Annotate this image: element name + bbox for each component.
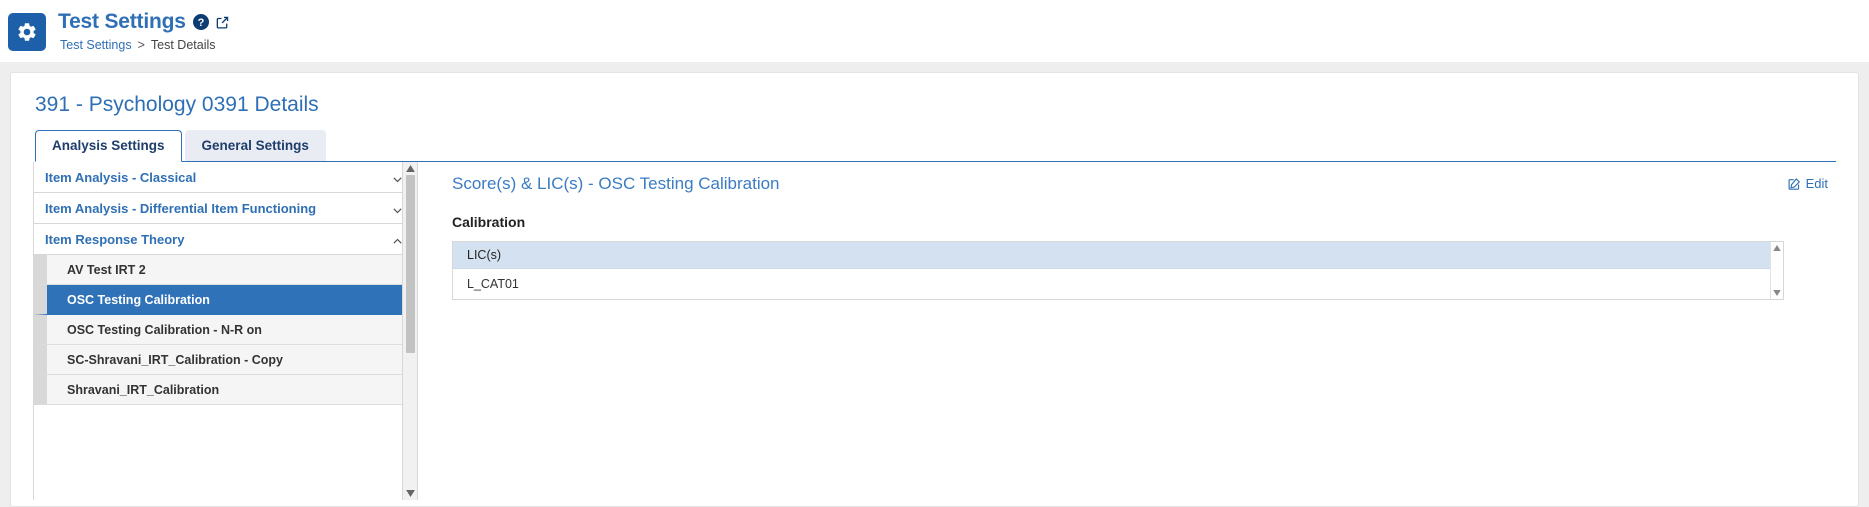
app-title: Test Settings: [58, 10, 186, 33]
lics-table: LIC(s) L_CAT01: [452, 241, 1784, 300]
external-link-icon[interactable]: [215, 15, 230, 30]
question-circle-icon[interactable]: ?: [192, 14, 209, 30]
table-header-row: LIC(s): [453, 242, 1783, 269]
header-text-block: Test Settings ? Test Settings > Test Det…: [58, 8, 230, 52]
accordion-item-response-theory[interactable]: Item Response Theory: [34, 224, 417, 255]
accordion-label: Item Response Theory: [45, 231, 185, 247]
accordion-item-analysis-dif[interactable]: Item Analysis - Differential Item Functi…: [34, 193, 417, 224]
panes: Item Analysis - Classical Item Analysis …: [33, 162, 1836, 500]
content-card: 391 - Psychology 0391 Details Analysis S…: [10, 72, 1859, 507]
breadcrumb: Test Settings > Test Details: [58, 38, 230, 52]
tab-bar: Analysis Settings General Settings: [35, 130, 1836, 162]
irt-item-list: AV Test IRT 2 OSC Testing Calibration OS…: [34, 255, 417, 405]
list-item[interactable]: SC-Shravani_IRT_Calibration - Copy: [34, 345, 417, 375]
app-header: Test Settings ? Test Settings > Test Det…: [0, 0, 1869, 62]
detail-pane: Score(s) & LIC(s) - OSC Testing Calibrat…: [418, 162, 1836, 500]
sidebar-scrollbar[interactable]: [402, 162, 417, 500]
accordion-label: Item Analysis - Classical: [45, 169, 197, 185]
svg-text:?: ?: [197, 17, 204, 29]
gear-icon[interactable]: [8, 13, 46, 51]
table-scroll-up-arrow-icon[interactable]: [1771, 242, 1783, 254]
header-title-row: Test Settings ?: [58, 10, 230, 34]
list-item[interactable]: Shravani_IRT_Calibration: [34, 375, 417, 405]
cell-lic-value: L_CAT01: [467, 277, 519, 291]
list-item[interactable]: OSC Testing Calibration - N-R on: [34, 315, 417, 345]
scroll-up-arrow-icon[interactable]: [403, 162, 417, 175]
accordion-label: Item Analysis - Differential Item Functi…: [45, 200, 317, 216]
calibration-label: Calibration: [452, 214, 526, 230]
accordion-list: Item Analysis - Classical Item Analysis …: [34, 162, 417, 405]
tab-analysis-settings[interactable]: Analysis Settings: [35, 130, 182, 162]
accordion-item-analysis-classical[interactable]: Item Analysis - Classical: [34, 162, 417, 193]
breadcrumb-separator: >: [137, 38, 145, 52]
column-header-lics: LIC(s): [467, 248, 502, 262]
settings-sidebar: Item Analysis - Classical Item Analysis …: [33, 162, 418, 500]
edit-button[interactable]: Edit: [1787, 174, 1828, 191]
detail-title: Score(s) & LIC(s) - OSC Testing Calibrat…: [452, 174, 780, 193]
table-row[interactable]: L_CAT01: [453, 269, 1783, 299]
list-item[interactable]: AV Test IRT 2: [34, 255, 417, 285]
pencil-square-icon: [1787, 177, 1801, 191]
breadcrumb-current: Test Details: [150, 38, 216, 52]
table-scrollbar[interactable]: [1770, 242, 1783, 299]
edit-button-label: Edit: [1805, 176, 1828, 191]
tab-general-settings[interactable]: General Settings: [184, 130, 326, 161]
breadcrumb-root[interactable]: Test Settings: [60, 38, 132, 52]
detail-header: Score(s) & LIC(s) - OSC Testing Calibrat…: [452, 174, 1836, 194]
page-body: 391 - Psychology 0391 Details Analysis S…: [0, 62, 1869, 507]
scrollbar-thumb[interactable]: [406, 175, 415, 353]
list-item-selected[interactable]: OSC Testing Calibration: [34, 285, 417, 315]
page-title: 391 - Psychology 0391 Details: [35, 93, 319, 116]
scroll-down-arrow-icon[interactable]: [403, 487, 417, 500]
table-scroll-down-arrow-icon[interactable]: [1771, 287, 1783, 299]
